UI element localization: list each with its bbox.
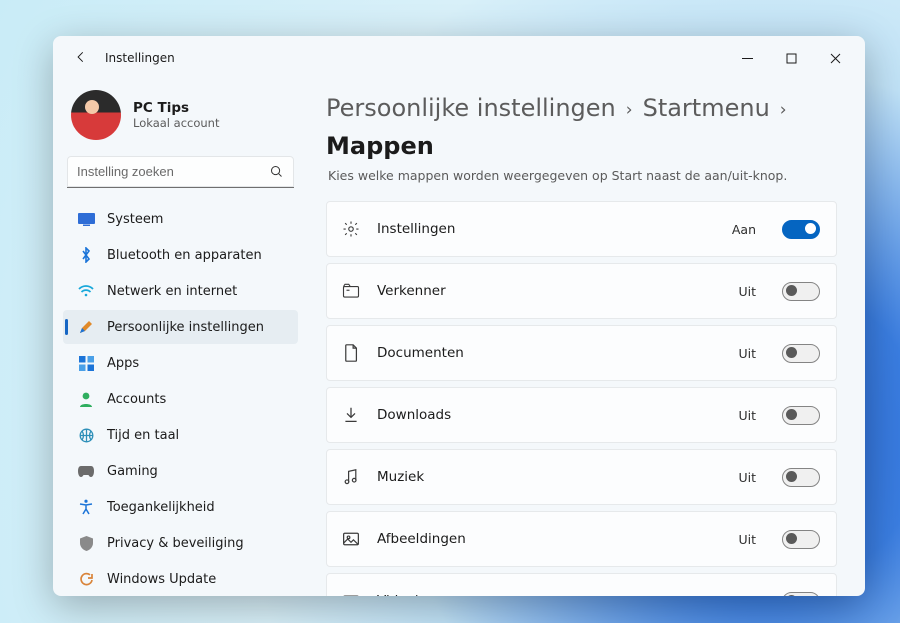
row-label: Verkenner — [377, 283, 446, 299]
minimize-button[interactable] — [725, 43, 769, 73]
sidebar-item-windows-update[interactable]: Windows Update — [63, 562, 298, 596]
back-button[interactable] — [71, 50, 91, 67]
person-icon — [77, 390, 95, 408]
sidebar-item-bluetooth[interactable]: Bluetooth en apparaten — [63, 238, 298, 272]
row-icon — [341, 405, 361, 425]
sidebar-item-gaming[interactable]: Gaming — [63, 454, 298, 488]
profile-name: PC Tips — [133, 100, 219, 116]
settings-row: Afbeeldingen Uit — [326, 511, 837, 567]
row-icon — [341, 219, 361, 239]
sidebar-item-privacy[interactable]: Privacy & beveiliging — [63, 526, 298, 560]
settings-row: Muziek Uit — [326, 449, 837, 505]
sidebar: PC Tips Lokaal account Systeem Bluetooth… — [53, 80, 308, 596]
sidebar-item-label: Toegankelijkheid — [107, 500, 215, 515]
toggle-state-label: Uit — [738, 346, 756, 361]
sidebar-item-time-language[interactable]: Tijd en taal — [63, 418, 298, 452]
close-button[interactable] — [813, 43, 857, 73]
sidebar-item-accessibility[interactable]: Toegankelijkheid — [63, 490, 298, 524]
search-input[interactable] — [67, 156, 294, 188]
row-icon — [341, 467, 361, 487]
accessibility-icon — [77, 498, 95, 516]
settings-window: Instellingen PC Tips Lokaal account — [53, 36, 865, 596]
globe-clock-icon — [77, 426, 95, 444]
shield-icon — [77, 534, 95, 552]
toggle-state-label: Uit — [738, 594, 756, 597]
window-title: Instellingen — [105, 51, 175, 65]
settings-rows: Instellingen Aan Verkenner Uit Documenten Uit… — [326, 201, 837, 596]
wifi-icon — [77, 282, 95, 300]
row-icon — [341, 529, 361, 549]
maximize-button[interactable] — [769, 43, 813, 73]
toggle-switch[interactable] — [782, 282, 820, 301]
sidebar-item-label: Privacy & beveiliging — [107, 536, 244, 551]
breadcrumb-current: Mappen — [326, 132, 434, 160]
row-icon — [341, 343, 361, 363]
settings-row: Instellingen Aan — [326, 201, 837, 257]
search-icon — [269, 164, 284, 183]
sidebar-item-label: Systeem — [107, 212, 163, 227]
row-label: Video's — [377, 593, 426, 596]
sidebar-item-accounts[interactable]: Accounts — [63, 382, 298, 416]
avatar — [71, 90, 121, 140]
chevron-right-icon: › — [626, 100, 633, 120]
sidebar-item-network[interactable]: Netwerk en internet — [63, 274, 298, 308]
sidebar-item-personalization[interactable]: Persoonlijke instellingen — [63, 310, 298, 344]
toggle-state-label: Uit — [738, 470, 756, 485]
toggle-switch[interactable] — [782, 468, 820, 487]
sidebar-item-label: Bluetooth en apparaten — [107, 248, 262, 263]
main-content: Persoonlijke instellingen › Startmenu › … — [308, 80, 865, 596]
gaming-icon — [77, 462, 95, 480]
sidebar-item-apps[interactable]: Apps — [63, 346, 298, 380]
profile-block[interactable]: PC Tips Lokaal account — [63, 82, 298, 156]
page-subtitle: Kies welke mappen worden weergegeven op … — [328, 168, 837, 183]
toggle-switch[interactable] — [782, 530, 820, 549]
chevron-right-icon: › — [780, 100, 787, 120]
row-label: Downloads — [377, 407, 451, 423]
row-label: Documenten — [377, 345, 464, 361]
sidebar-item-label: Tijd en taal — [107, 428, 179, 443]
toggle-state-label: Aan — [732, 222, 756, 237]
row-label: Afbeeldingen — [377, 531, 466, 547]
sidebar-item-label: Accounts — [107, 392, 166, 407]
row-icon — [341, 281, 361, 301]
toggle-state-label: Uit — [738, 284, 756, 299]
sidebar-item-system[interactable]: Systeem — [63, 202, 298, 236]
breadcrumb: Persoonlijke instellingen › Startmenu › … — [326, 94, 837, 160]
apps-icon — [77, 354, 95, 372]
search-wrapper — [67, 156, 294, 188]
toggle-switch[interactable] — [782, 592, 820, 597]
nav: Systeem Bluetooth en apparaten Netwerk e… — [63, 202, 298, 596]
bluetooth-icon — [77, 246, 95, 264]
profile-subtitle: Lokaal account — [133, 116, 219, 130]
sidebar-item-label: Netwerk en internet — [107, 284, 237, 299]
settings-row: Documenten Uit — [326, 325, 837, 381]
settings-row: Verkenner Uit — [326, 263, 837, 319]
row-label: Muziek — [377, 469, 424, 485]
update-icon — [77, 570, 95, 588]
toggle-switch[interactable] — [782, 344, 820, 363]
breadcrumb-level-2[interactable]: Startmenu — [643, 94, 770, 122]
toggle-switch[interactable] — [782, 406, 820, 425]
breadcrumb-level-1[interactable]: Persoonlijke instellingen — [326, 94, 616, 122]
sidebar-item-label: Persoonlijke instellingen — [107, 320, 264, 335]
titlebar: Instellingen — [53, 36, 865, 80]
paintbrush-icon — [77, 318, 95, 336]
toggle-state-label: Uit — [738, 408, 756, 423]
sidebar-item-label: Apps — [107, 356, 139, 371]
system-icon — [77, 210, 95, 228]
settings-row: Video's Uit — [326, 573, 837, 596]
row-label: Instellingen — [377, 221, 455, 237]
toggle-switch[interactable] — [782, 220, 820, 239]
settings-row: Downloads Uit — [326, 387, 837, 443]
toggle-state-label: Uit — [738, 532, 756, 547]
sidebar-item-label: Gaming — [107, 464, 158, 479]
sidebar-item-label: Windows Update — [107, 572, 216, 587]
row-icon — [341, 591, 361, 596]
